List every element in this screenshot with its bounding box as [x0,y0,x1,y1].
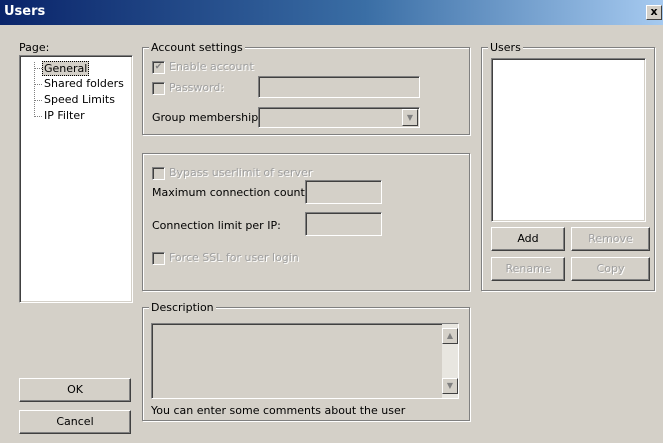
force-ssl-checkbox[interactable] [152,252,165,265]
copy-user-button[interactable]: Copy [571,257,650,281]
enable-account-checkbox[interactable]: ✔ [152,61,165,74]
tree-item-shared-folders[interactable]: Shared folders [44,77,124,90]
users-group-title: Users [488,41,523,54]
close-icon: x [650,5,658,18]
description-scrollbar[interactable]: ▲ ▼ [442,324,458,398]
checkmark-icon: ✔ [154,62,163,72]
connection-limit-per-ip-label: Connection limit per IP: [152,219,281,232]
tree-branch [34,116,42,117]
bypass-userlimit-label: Bypass userlimit of server [169,166,313,179]
rename-user-button[interactable]: Rename [491,257,565,281]
window-title: Users [4,4,46,19]
tree-line [34,62,35,117]
max-connection-field[interactable] [305,180,382,204]
password-checkbox[interactable] [152,82,165,95]
page-label: Page: [19,41,50,54]
arrow-down-icon[interactable]: ▼ [442,378,458,394]
close-button[interactable]: x [646,5,662,20]
password-label: Password: [169,81,225,94]
account-settings-title: Account settings [149,41,245,54]
enable-account-label: Enable account [169,60,254,73]
bypass-userlimit-checkbox[interactable] [152,167,165,180]
title-bar: Users x [0,0,663,25]
group-membership-select[interactable]: ▼ [258,107,420,128]
tree-item-speed-limits[interactable]: Speed Limits [44,93,115,106]
group-membership-label: Group membership: [152,111,262,124]
max-connection-label: Maximum connection count: [152,186,309,199]
tree-branch [34,68,42,69]
ok-button[interactable]: OK [19,378,131,402]
page-tree[interactable]: General Shared folders Speed Limits IP F… [19,55,133,303]
tree-item-ip-filter[interactable]: IP Filter [44,109,85,122]
description-hint: You can enter some comments about the us… [151,404,406,417]
description-textarea[interactable]: ▲ ▼ [151,323,459,399]
connection-limit-per-ip-field[interactable] [305,212,382,236]
remove-user-button[interactable]: Remove [571,227,650,251]
arrow-up-icon[interactable]: ▲ [442,328,458,344]
force-ssl-label: Force SSL for user login [169,251,299,264]
description-title: Description [149,301,216,314]
tree-branch [34,100,42,101]
users-list[interactable] [491,58,646,222]
tree-item-general[interactable]: General [42,61,90,76]
password-field[interactable] [258,76,420,98]
cancel-button[interactable]: Cancel [19,410,131,434]
add-user-button[interactable]: Add [491,227,565,251]
chevron-down-icon[interactable]: ▼ [402,109,418,126]
tree-branch [34,84,42,85]
